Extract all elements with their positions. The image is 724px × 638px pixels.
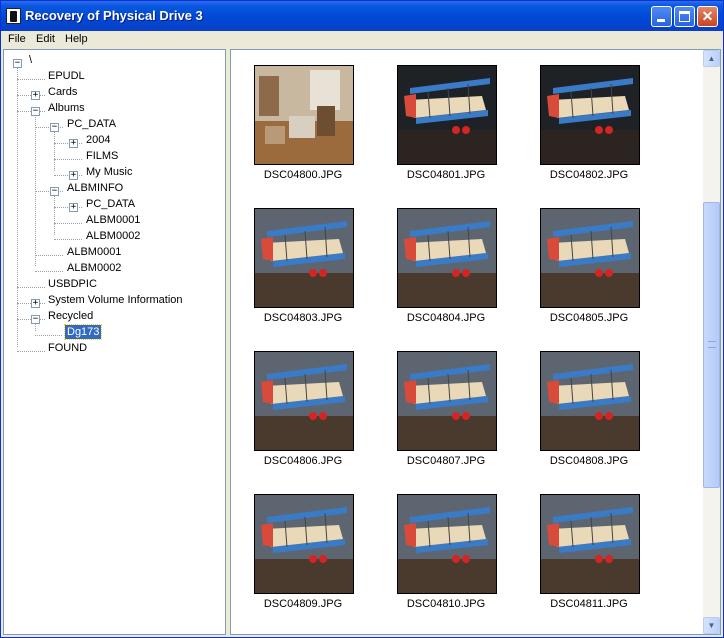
plus-box-icon[interactable]: + [69,171,78,180]
tree-item-epudl[interactable]: EPUDL [48,69,85,83]
menu-file[interactable]: File [8,33,26,45]
thumbnail-item[interactable]: DSC04801.JPG [391,65,501,197]
maximize-button[interactable] [674,6,695,27]
menu-bar: File Edit Help [1,31,723,49]
close-icon: ✕ [701,8,714,24]
title-bar[interactable]: Recovery of Physical Drive 3 ✕ [1,1,723,31]
arrow-down-icon[interactable]: ▼ [703,617,720,634]
thumbnail-item[interactable]: DSC04800.JPG [248,65,358,197]
tree-line [35,111,36,266]
thumbnail-label: DSC04806.JPG [263,455,343,467]
tree-item-dg173[interactable]: Dg173 [63,324,103,340]
thumbnail-image[interactable] [397,351,497,451]
thumbnail-item[interactable]: DSC04805.JPG [534,208,644,340]
thumbnail-label: DSC04803.JPG [263,312,343,324]
tree-item-cards[interactable]: Cards [48,85,77,99]
thumbnail-image[interactable] [254,494,354,594]
vertical-scrollbar[interactable]: ▲ ▼ [703,50,720,634]
tree-line [35,335,62,336]
thumbnail-view[interactable]: DSC04800.JPG DSC04801.JPG DSC04802.JPG DSC0… [230,49,721,635]
tree-line [17,351,45,352]
menu-edit[interactable]: Edit [36,33,55,45]
thumbnail-label: DSC04808.JPG [549,455,629,467]
plus-box-icon[interactable]: + [69,139,78,148]
thumbnail-image[interactable] [254,208,354,308]
thumbnail-label: DSC04810.JPG [406,598,486,610]
menu-help[interactable]: Help [65,33,88,45]
app-icon[interactable] [6,8,21,24]
tree-line [54,159,82,160]
thumbnail-item[interactable]: DSC04809.JPG [248,494,358,626]
thumbnail-item[interactable]: DSC04804.JPG [391,208,501,340]
plus-box-icon[interactable]: + [31,299,40,308]
tree-line [17,79,45,80]
thumbnail-label: DSC04804.JPG [406,312,486,324]
thumbnail-image[interactable] [397,494,497,594]
thumbnail-image[interactable] [397,208,497,308]
minus-box-icon[interactable]: − [50,187,59,196]
tree-item-found[interactable]: FOUND [48,341,87,355]
thumbnail-image[interactable] [254,65,354,165]
grip-icon [708,341,716,348]
minus-box-icon[interactable]: − [50,123,59,132]
tree-item-albminfo-albm0002[interactable]: ALBM0002 [86,229,140,243]
plus-box-icon[interactable]: + [31,91,40,100]
thumbnail-item[interactable]: DSC04810.JPG [391,494,501,626]
folder-tree[interactable]: − + − − + + − + + − \ EPUDL Cards Albums… [3,49,226,635]
plus-box-icon[interactable]: + [69,203,78,212]
tree-line [17,287,45,288]
thumbnail-image[interactable] [397,65,497,165]
thumbnail-label: DSC04800.JPG [263,169,343,181]
tree-item-recycled[interactable]: Recycled [48,309,93,323]
thumbnail-label: DSC04809.JPG [263,598,343,610]
scrollbar-thumb[interactable] [703,202,720,488]
app-window: Recovery of Physical Drive 3 ✕ File Edit… [0,0,724,638]
minus-box-icon[interactable]: − [31,107,40,116]
tree-item-films[interactable]: FILMS [86,149,118,163]
tree-line [54,239,82,240]
tree-item-system-volume-information[interactable]: System Volume Information [48,293,183,307]
tree-item-albm0001[interactable]: ALBM0001 [67,245,121,259]
minus-box-icon[interactable]: − [13,59,22,68]
tree-item-root[interactable]: \ [29,53,32,67]
thumbnail-item[interactable]: DSC04811.JPG [534,494,644,626]
tree-item-albminfo-albm0001[interactable]: ALBM0001 [86,213,140,227]
tree-item-albm0002[interactable]: ALBM0002 [67,261,121,275]
thumbnail-label: DSC04802.JPG [549,169,629,181]
thumbnail-image[interactable] [540,208,640,308]
tree-line [54,191,55,235]
thumbnail-image[interactable] [540,65,640,165]
tree-item-usbdpic[interactable]: USBDPIC [48,277,97,291]
thumbnail-item[interactable]: DSC04806.JPG [248,351,358,483]
arrow-up-icon[interactable]: ▲ [703,50,720,67]
tree-item-2004[interactable]: 2004 [86,133,110,147]
minus-box-icon[interactable]: − [31,315,40,324]
thumbnail-image[interactable] [254,351,354,451]
tree-item-my-music[interactable]: My Music [86,165,132,179]
thumbnail-item[interactable]: DSC04802.JPG [534,65,644,197]
thumbnail-label: DSC04801.JPG [406,169,486,181]
close-button[interactable]: ✕ [697,6,718,27]
tree-item-pc-data[interactable]: PC_DATA [67,117,116,131]
tree-item-albums[interactable]: Albums [48,101,85,115]
thumbnail-image[interactable] [540,494,640,594]
tree-line [54,223,82,224]
tree-line [35,255,63,256]
minimize-icon [657,19,665,22]
tree-item-albminfo-pc-data[interactable]: PC_DATA [86,197,135,211]
minimize-button[interactable] [651,6,672,27]
maximize-icon [679,11,690,22]
thumbnail-item[interactable]: DSC04807.JPG [391,351,501,483]
thumbnail-label: DSC04811.JPG [550,598,628,610]
tree-line [54,127,55,171]
tree-line [17,63,18,347]
thumbnail-item[interactable]: DSC04803.JPG [248,208,358,340]
thumbnail-label: DSC04805.JPG [549,312,629,324]
thumbnail-label: DSC04807.JPG [406,455,486,467]
thumbnail-item[interactable]: DSC04808.JPG [534,351,644,483]
tree-item-albminfo[interactable]: ALBMINFO [67,181,123,195]
tree-line [35,271,63,272]
window-title: Recovery of Physical Drive 3 [25,8,203,23]
thumbnail-image[interactable] [540,351,640,451]
